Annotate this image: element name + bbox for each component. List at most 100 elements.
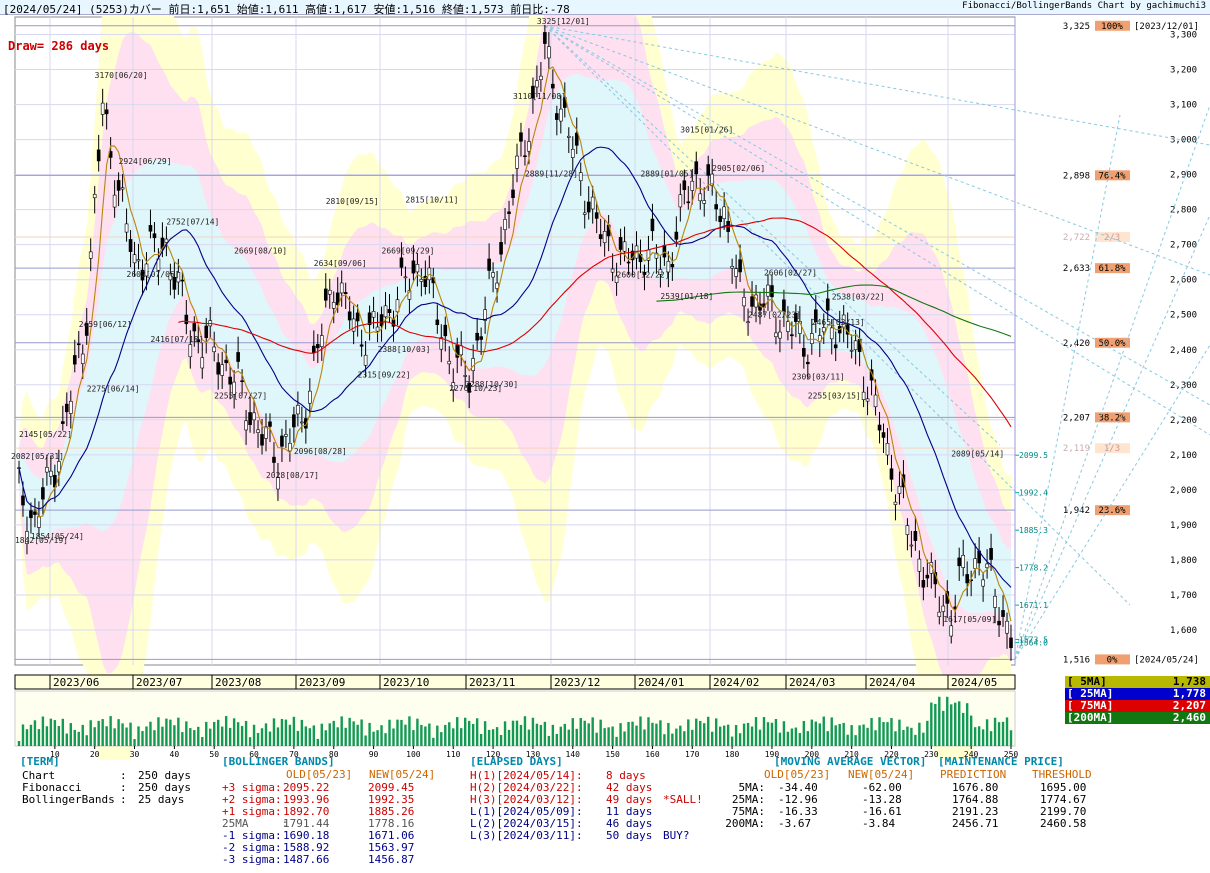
volume-bar	[954, 702, 957, 746]
bb-right-label: 1778.2	[1019, 564, 1048, 573]
candle-body	[610, 268, 615, 273]
volume-bar	[958, 701, 961, 746]
candle-body	[949, 625, 954, 637]
volume-bar	[587, 723, 590, 746]
volume-bar	[400, 719, 403, 746]
volume-bar	[547, 735, 551, 746]
candle-body	[347, 311, 352, 321]
volume-bar	[766, 722, 770, 746]
volume-bar	[252, 724, 256, 746]
candle-body	[981, 579, 985, 587]
volume-bar	[216, 719, 220, 746]
volume-bar	[117, 719, 120, 746]
candle-body	[774, 332, 778, 338]
day-tick-label: 50	[209, 750, 219, 759]
fib-date-label: [2024/05/24]	[1134, 655, 1199, 665]
candle-body	[355, 312, 360, 322]
bb-row-old: 1487.66	[283, 853, 330, 866]
maint-title: [MAINTENANCE PRICE]	[938, 755, 1064, 768]
candle-body	[92, 194, 97, 199]
candle-body	[116, 180, 121, 191]
candle-body	[821, 327, 826, 333]
volume-bar	[304, 726, 308, 746]
candle-body	[825, 298, 830, 311]
volume-bar	[69, 723, 72, 746]
volume-bar	[782, 721, 786, 746]
volume-bar	[85, 735, 88, 746]
candle-body	[722, 206, 726, 219]
fib-date-label: [2023/12/01]	[1134, 22, 1199, 32]
candle-body	[913, 530, 918, 541]
volume-bar	[718, 726, 722, 746]
candle-body	[877, 424, 882, 431]
elapsed-value: 50 days	[606, 829, 653, 842]
volume-bar	[882, 722, 885, 746]
candle-body	[734, 268, 738, 277]
candle-body	[76, 343, 81, 346]
volume-bar	[308, 728, 312, 746]
volume-bar	[969, 715, 973, 746]
price-annotation: 3325[12/01]	[537, 17, 590, 26]
volume-bar	[675, 728, 678, 746]
candle-body	[495, 282, 499, 289]
mav-new: -3.84	[862, 817, 896, 830]
y-tick-label: 2,800	[1170, 206, 1197, 216]
volume-bar	[997, 722, 1001, 746]
candle-body	[61, 421, 65, 424]
volume-bar	[292, 716, 296, 746]
candle-body	[57, 461, 61, 473]
volume-bar	[256, 732, 260, 746]
price-annotation: 2255[07/27]	[214, 392, 267, 401]
candle-body	[965, 574, 969, 584]
candle-body	[626, 261, 631, 264]
volume-bar	[738, 733, 742, 746]
volume-bar	[651, 722, 654, 746]
candle-body	[917, 558, 922, 572]
candle-body	[260, 434, 264, 446]
candle-body	[399, 257, 404, 268]
volume-bar	[663, 734, 666, 746]
candle-body	[459, 345, 464, 356]
candle-body	[41, 487, 45, 500]
candle-body	[220, 364, 224, 376]
volume-bar	[268, 731, 272, 746]
volume-bar	[559, 726, 563, 746]
y-tick-label: 2,600	[1170, 276, 1197, 286]
volume-bar	[730, 736, 734, 746]
candle-body	[403, 276, 408, 279]
candle-body	[65, 403, 69, 413]
volume-bar	[97, 720, 100, 746]
volume-bar	[33, 720, 37, 746]
candle-body	[443, 324, 448, 337]
volume-bar	[822, 716, 825, 746]
candle-body	[559, 108, 563, 122]
price-annotation: 2416[07/18]	[150, 335, 203, 344]
volume-bar	[189, 728, 192, 746]
candle-body	[702, 200, 707, 204]
candle-body	[331, 302, 336, 309]
volume-bar	[213, 721, 216, 746]
price-annotation: 2309[03/11]	[792, 373, 845, 382]
fan-line	[1014, 344, 1210, 660]
candle-body	[1005, 620, 1009, 634]
term-title: [TERM]	[20, 755, 60, 768]
candle-body	[104, 109, 109, 115]
candle-body	[45, 467, 49, 473]
price-annotation: 2255[03/15]	[808, 392, 861, 401]
price-annotation: 2096[08/28]	[294, 447, 347, 456]
candle-body	[379, 314, 384, 327]
volume-bar	[364, 735, 367, 746]
candle-body	[120, 187, 125, 190]
term-key: BollingerBands	[22, 793, 115, 806]
volume-bar	[412, 730, 415, 746]
volume-bar	[141, 731, 144, 746]
volume-bar	[874, 730, 877, 746]
candle-body	[37, 516, 41, 528]
month-label: 2024/01	[638, 676, 684, 689]
header-credit: Fibonacci/BollingerBands Chart by gachim…	[962, 1, 1206, 11]
candle-body	[487, 258, 491, 271]
volume-bar	[57, 726, 61, 746]
elapsed-title: [ELAPSED DAYS]	[470, 755, 563, 768]
fib-price-label: 1,516	[1063, 655, 1090, 665]
fib-percent-label: 100%	[1101, 22, 1123, 32]
